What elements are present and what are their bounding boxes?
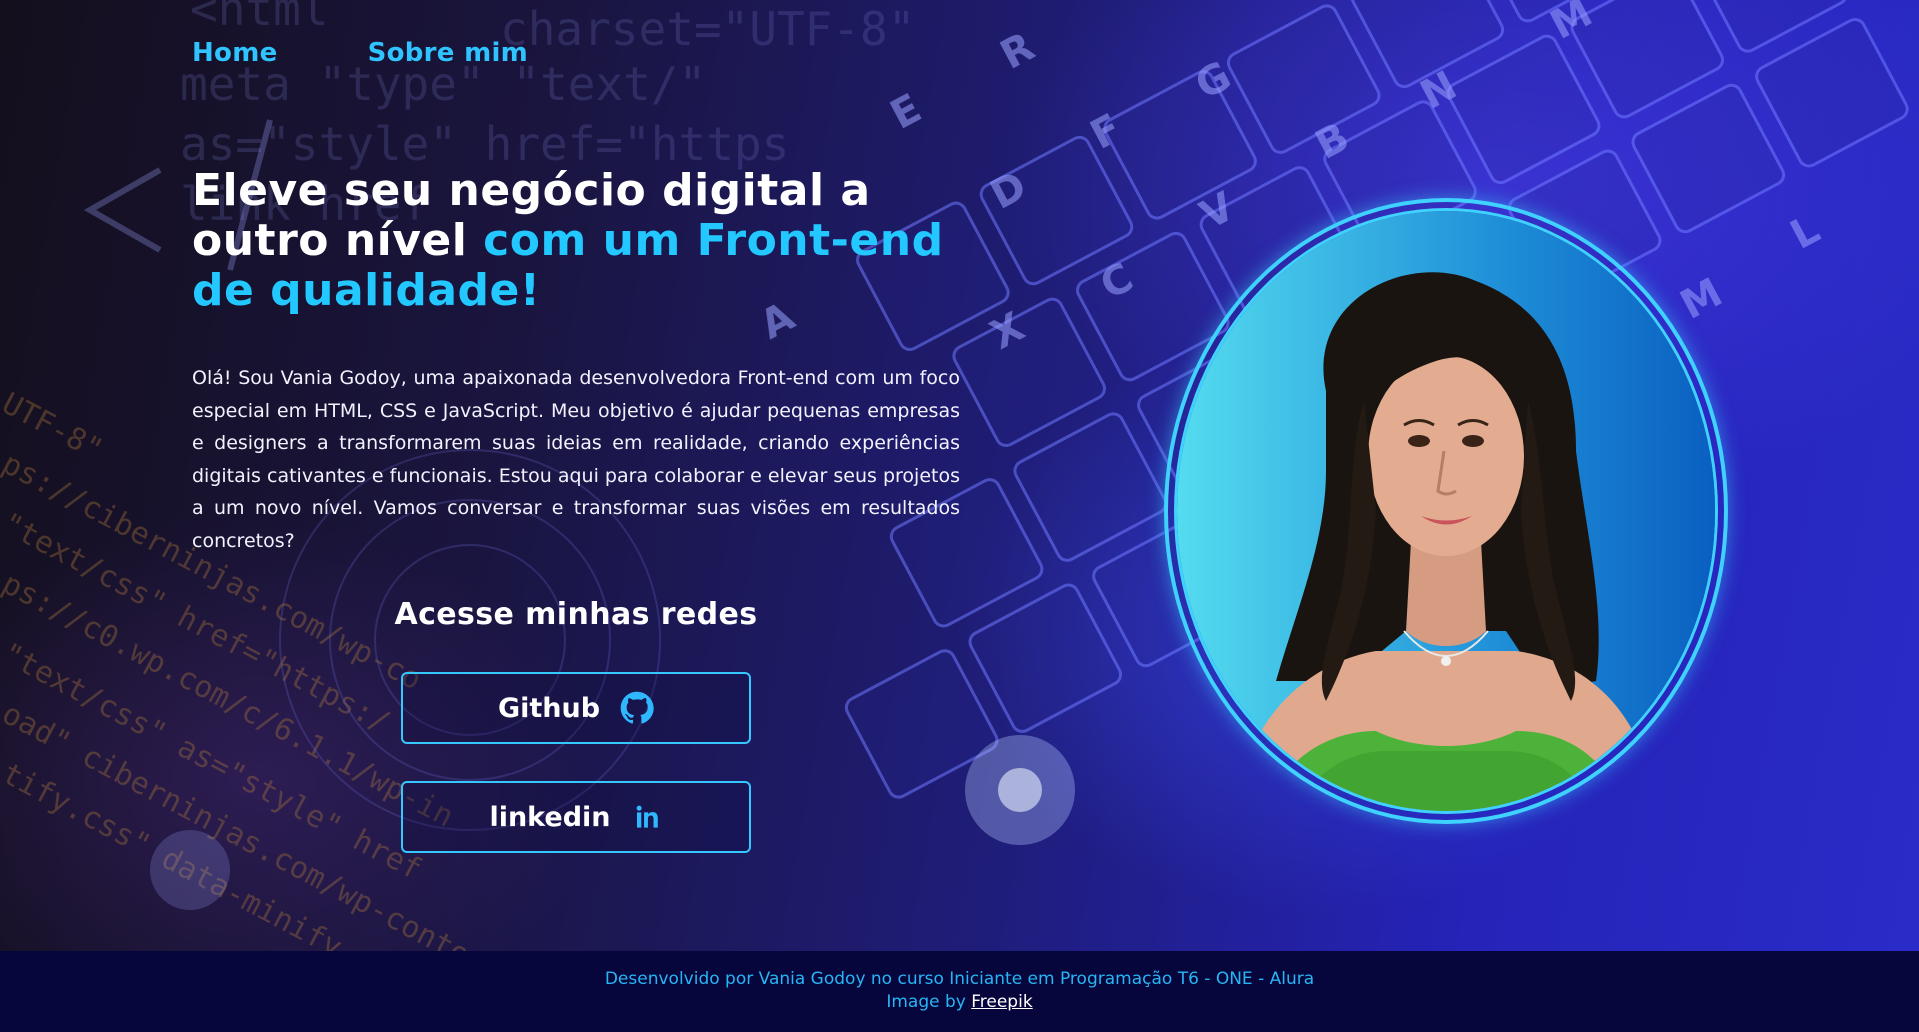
hero-section: R G N M B F V C D X A L M E UTF-8" ps://… <box>0 0 1919 951</box>
freepik-link[interactable]: Freepik <box>971 992 1032 1012</box>
linkedin-button[interactable]: linkedin <box>401 781 751 853</box>
social-networks-title: Acesse minhas redes <box>394 597 758 632</box>
page-footer: Desenvolvido por Vania Godoy no curso In… <box>0 951 1919 1032</box>
github-button-label: Github <box>497 692 601 724</box>
svg-text:E: E <box>883 85 929 138</box>
footer-dev-credit: Desenvolvido por Vania Godoy no curso In… <box>604 969 1315 989</box>
intro-paragraph: Olá! Sou Vania Godoy, uma apaixonada des… <box>192 367 960 552</box>
svg-text:L: L <box>1783 206 1827 259</box>
svg-text:<html: <html <box>190 0 328 36</box>
github-icon <box>620 691 654 725</box>
nav-link-about[interactable]: Sobre mim <box>368 38 529 68</box>
svg-text:R: R <box>993 24 1042 79</box>
nav-link-home[interactable]: Home <box>192 38 278 68</box>
main-nav: Home Sobre mim <box>192 38 528 68</box>
svg-text:M: M <box>1673 270 1730 329</box>
linkedin-button-label: linkedin <box>489 801 611 833</box>
footer-image-prefix: Image by <box>886 992 972 1012</box>
page-headline: Eleve seu negócio digital a outro nível … <box>192 166 952 316</box>
profile-photo <box>1174 208 1718 814</box>
profile-photo-frame <box>1164 198 1728 824</box>
svg-text:charset="UTF-8": charset="UTF-8" <box>500 2 915 56</box>
github-button[interactable]: Github <box>401 672 751 744</box>
linkedin-icon <box>631 801 663 833</box>
footer-image-credit: Image by Freepik <box>0 991 1919 1014</box>
